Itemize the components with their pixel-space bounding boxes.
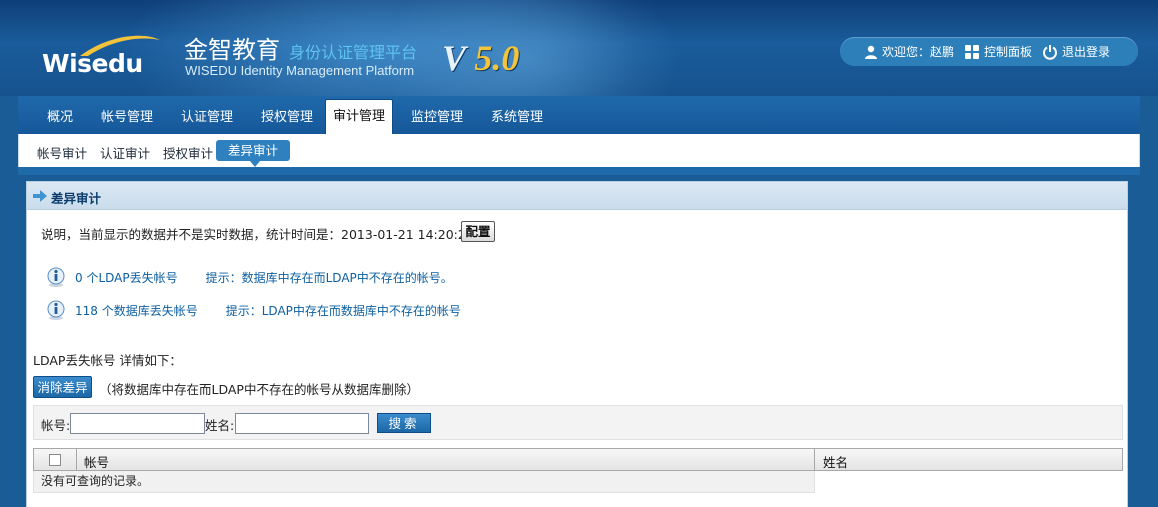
tab-auth-management[interactable]: 认证管理 xyxy=(176,101,238,134)
version-prefix: V xyxy=(442,38,466,78)
column-header-name[interactable]: 姓名 xyxy=(823,452,848,471)
tab-monitor-management[interactable]: 监控管理 xyxy=(406,101,468,134)
header-glow-2 xyxy=(380,0,680,96)
panel-title: 差异审计 xyxy=(51,191,102,206)
tab-account-management[interactable]: 帐号管理 xyxy=(96,101,158,134)
tab-authorization-management[interactable]: 授权管理 xyxy=(256,101,318,134)
tab-audit-management[interactable]: 审计管理 xyxy=(325,99,393,134)
grid-icon xyxy=(965,44,980,59)
subtab-auth-audit[interactable]: 认证审计 xyxy=(100,143,150,162)
table-header: 帐号 姓名 xyxy=(33,448,1123,471)
ldap-missing-link[interactable]: 0 个LDAP丢失帐号 xyxy=(75,269,178,286)
wisedu-logo: Wisedu xyxy=(40,30,162,80)
subtab-diff-audit[interactable]: 差异审计 xyxy=(216,140,291,161)
sub-nav: 帐号审计 认证审计 授权审计 差异审计 xyxy=(18,134,1140,167)
info-row-ldap-missing: 0 个LDAP丢失帐号 提示：数据库中存在而LDAP中不存在的帐号。 xyxy=(45,266,453,288)
welcome-text: 欢迎您：赵鹏 xyxy=(882,45,955,59)
select-all-checkbox[interactable] xyxy=(49,454,61,466)
name-input[interactable] xyxy=(235,413,369,434)
version-badge: V 5.0 xyxy=(442,37,519,79)
section-label: LDAP丢失帐号 详情如下： xyxy=(33,353,182,368)
account-label: 帐号: xyxy=(41,418,71,433)
db-missing-hint: 提示：LDAP中存在而数据库中不存在的帐号 xyxy=(225,303,461,318)
arrow-right-icon xyxy=(33,190,47,202)
config-button[interactable]: 配置 xyxy=(461,221,495,242)
header: Wisedu 金智教育 身份认证管理平台 WISEDU Identity Man… xyxy=(0,0,1158,96)
logout-link[interactable]: 退出登录 xyxy=(1042,43,1110,60)
brand-subtitle: 身份认证管理平台 xyxy=(289,43,418,62)
name-label: 姓名: xyxy=(205,418,235,433)
clear-diff-note: （将数据库中存在而LDAP中不存在的帐号从数据库删除） xyxy=(99,382,419,397)
power-icon xyxy=(1043,44,1058,60)
column-divider xyxy=(76,449,77,470)
info-icon xyxy=(47,267,65,287)
column-header-account[interactable]: 帐号 xyxy=(84,452,109,471)
brand-title-en: WISEDU Identity Management Platform xyxy=(185,63,415,78)
results-table: 帐号 姓名 没有可查询的记录。 xyxy=(33,448,1123,493)
panel-header: 差异审计 xyxy=(27,182,1127,210)
account-input[interactable] xyxy=(70,413,205,434)
logo-text: Wisedu xyxy=(42,49,143,78)
search-button[interactable]: 搜索 xyxy=(377,413,431,433)
subtab-authorization-audit[interactable]: 授权审计 xyxy=(163,143,213,162)
diff-audit-panel: 差异审计 说明，当前显示的数据并不是实时数据，统计时间是：2013-01-21 … xyxy=(26,181,1128,507)
clear-diff-button[interactable]: 消除差异 xyxy=(33,376,92,398)
brand-title-cn: 金智教育 xyxy=(184,36,280,64)
user-icon xyxy=(865,45,877,59)
logout-label: 退出登录 xyxy=(1062,45,1111,59)
info-icon xyxy=(47,300,65,320)
main-nav: 概况 帐号管理 认证管理 授权管理 审计管理 监控管理 系统管理 xyxy=(18,96,1140,134)
empty-row-message: 没有可查询的记录。 xyxy=(33,471,815,493)
tab-overview[interactable]: 概况 xyxy=(36,101,84,134)
stats-description: 说明，当前显示的数据并不是实时数据，统计时间是：2013-01-21 14:20… xyxy=(41,227,474,242)
column-divider xyxy=(814,449,815,470)
user-bar: 欢迎您：赵鹏 控制面板 退出登录 xyxy=(840,37,1138,66)
ldap-missing-hint: 提示：数据库中存在而LDAP中不存在的帐号。 xyxy=(205,270,453,285)
control-panel-label: 控制面板 xyxy=(984,45,1033,59)
nav-divider-strip xyxy=(18,167,1140,175)
search-bar: 帐号: 姓名: 搜索 xyxy=(33,405,1123,440)
tab-system-management[interactable]: 系统管理 xyxy=(486,101,548,134)
welcome-user[interactable]: 欢迎您：赵鹏 xyxy=(864,43,954,60)
version-number: 5.0 xyxy=(474,38,520,78)
info-row-db-missing: 118 个数据库丢失帐号 提示：LDAP中存在而数据库中不存在的帐号 xyxy=(45,299,461,321)
db-missing-link[interactable]: 118 个数据库丢失帐号 xyxy=(75,302,198,319)
control-panel-link[interactable]: 控制面板 xyxy=(964,43,1032,60)
subtab-account-audit[interactable]: 帐号审计 xyxy=(37,143,87,162)
